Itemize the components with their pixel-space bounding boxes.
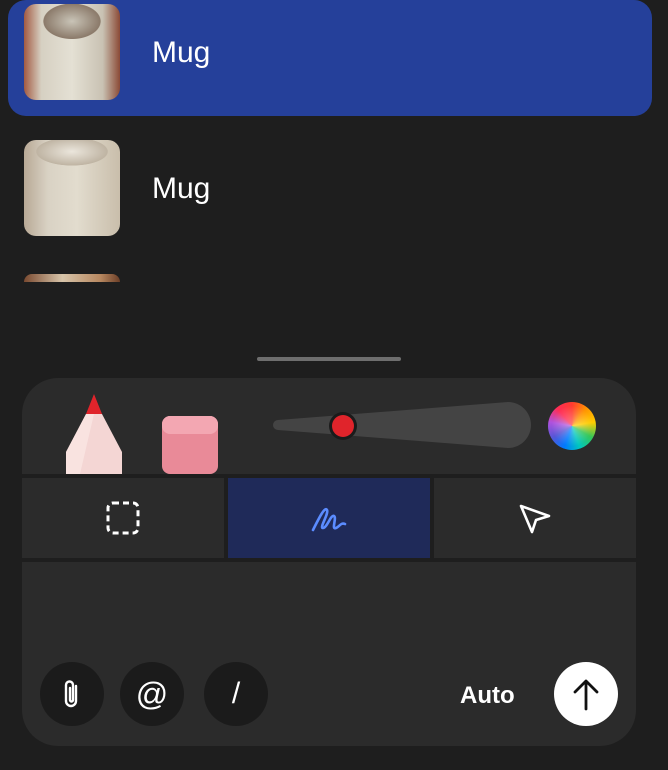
draw-mode-button[interactable] [228,478,430,558]
partial-thumbnail [24,274,120,282]
eraser-icon[interactable] [162,416,218,474]
sheet-grabber[interactable] [257,357,401,361]
pen-icon[interactable] [66,394,122,474]
tools-row [22,378,636,474]
send-button[interactable] [554,662,618,726]
attach-button[interactable] [40,662,104,726]
scribble-icon [311,507,347,532]
list-item-mug-selected[interactable]: Mug [8,0,652,116]
slash-icon: / [231,677,241,710]
arrow-up-icon [573,679,599,711]
list-fade [0,282,668,352]
cursor-arrow-icon [519,504,551,534]
dashed-square-icon [106,501,140,535]
list-item-label: Mug [152,36,211,69]
mug-thumbnail [24,4,120,100]
mode-row [22,474,636,562]
command-button[interactable]: / [204,662,268,726]
model-selector[interactable]: Auto [460,682,515,710]
composer-bar: @ / Auto [22,562,636,746]
at-icon: @ [135,675,169,712]
lasso-select-button[interactable] [22,478,224,558]
mug-thumbnail [24,140,120,236]
pointer-mode-button[interactable] [434,478,636,558]
stroke-size-slider[interactable] [268,400,534,450]
list-item-mug[interactable]: Mug [8,136,652,240]
color-wheel-icon[interactable] [548,402,596,450]
list-item-label: Mug [152,172,211,205]
paperclip-icon [64,680,78,708]
mention-button[interactable]: @ [120,662,184,726]
drawing-panel: @ / Auto [22,378,636,746]
